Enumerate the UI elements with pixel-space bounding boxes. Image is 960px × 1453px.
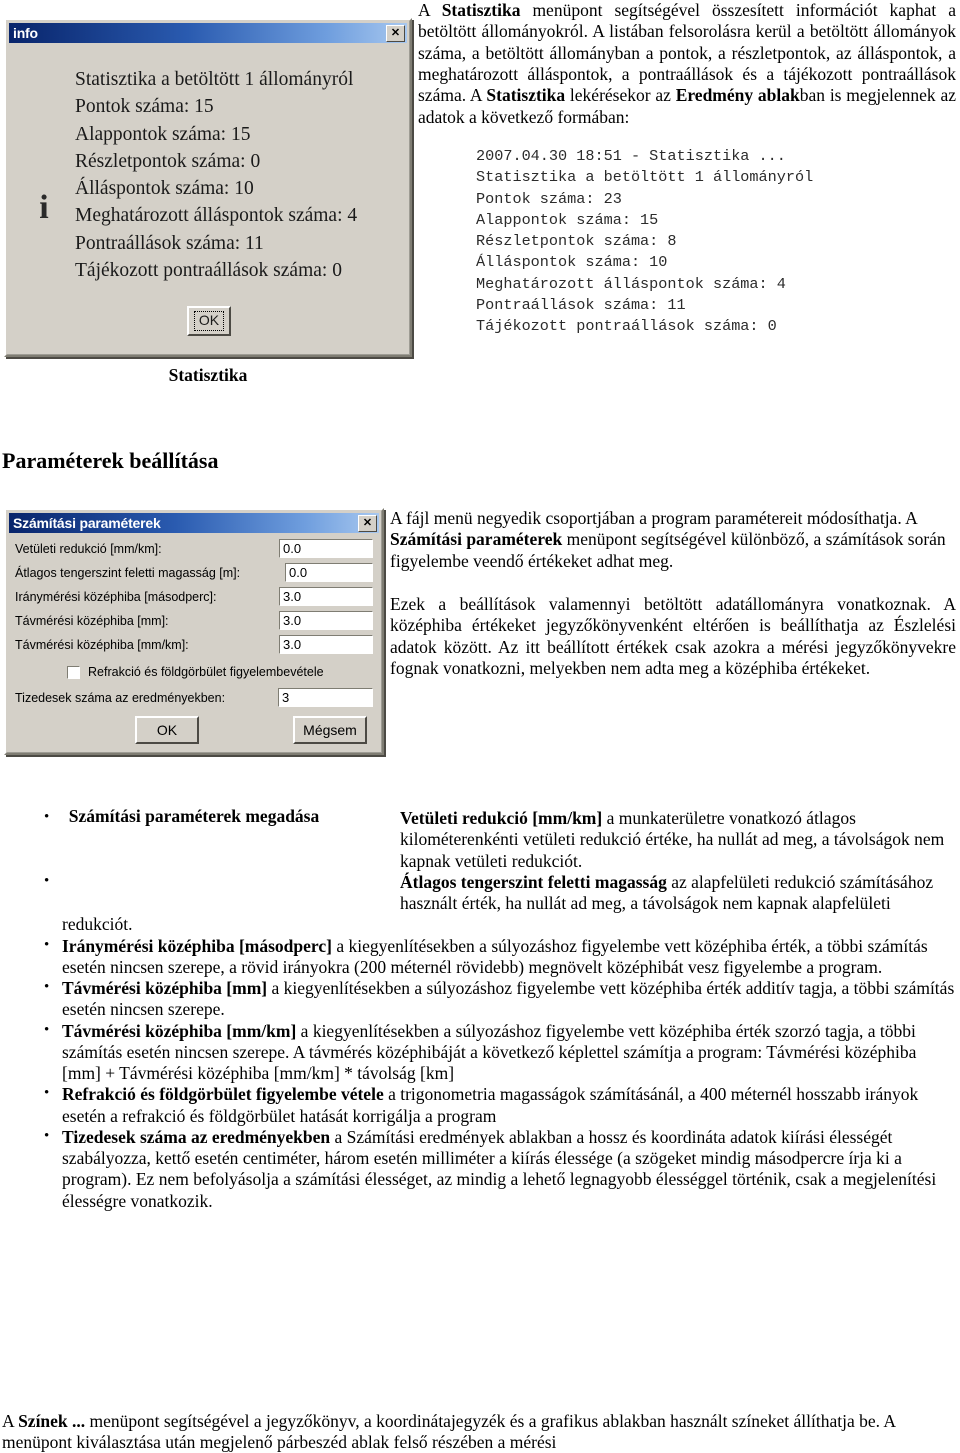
figure-params-dialog: Számítási paraméterek ✕ Vetületi redukci… bbox=[4, 508, 384, 755]
field-label: Vetületi redukció [mm/km]: bbox=[15, 541, 162, 556]
info-statistics-line: Meghatározott álláspontok száma: 4 bbox=[75, 205, 358, 227]
heading-parameterek-beallitasa: Paraméterek beállítása bbox=[2, 448, 219, 473]
bullet-item: • Átlagos tengerszint feletti magasság az… bbox=[0, 872, 956, 936]
parameter-description-list: • Vetületi redukció [mm/km] a munkaterüle… bbox=[0, 808, 956, 1212]
bullet-item: • Távmérési középhiba [mm] a kiegyenlítés… bbox=[0, 978, 956, 1021]
p1-b1: Statisztika bbox=[441, 0, 521, 20]
bullet-item: • Refrakció és földgörbület figyelembe vé… bbox=[0, 1084, 956, 1127]
tail-t1: A bbox=[2, 1410, 19, 1431]
bullet-marker: • bbox=[44, 979, 50, 995]
field-row-tizedesek: Tizedesek száma az eredményekben: 3 bbox=[15, 686, 373, 709]
info-statistics-list: Statisztika a betöltött 1 állományról Pon… bbox=[75, 66, 357, 284]
checkbox-icon[interactable] bbox=[67, 665, 80, 679]
figure-caption-statisztika: Statisztika bbox=[168, 365, 248, 385]
bullet-term: Vetületi redukció [mm/km] bbox=[400, 808, 603, 828]
bullet-list: • Vetületi redukció [mm/km] a munkaterüle… bbox=[0, 808, 956, 1212]
bullet-term: Átlagos tengerszint feletti magasság bbox=[400, 871, 667, 892]
tavmeresi-kozephiba-mmkm-input[interactable]: 3.0 bbox=[279, 635, 373, 654]
info-statistics-line: Részletpontok száma: 0 bbox=[75, 150, 261, 172]
info-dialog-window: info ✕ i Statisztika a betöltött 1 állom… bbox=[4, 18, 412, 357]
ok-button[interactable]: OK bbox=[135, 716, 199, 744]
params-dialog-buttons: OK Mégsem bbox=[15, 716, 373, 744]
info-dialog-inner: info ✕ i Statisztika a betöltött 1 állom… bbox=[6, 20, 410, 355]
info-statistics-line: Tájékozott pontraállások száma: 0 bbox=[75, 260, 342, 282]
cancel-button[interactable]: Mégsem bbox=[293, 716, 367, 744]
vetuleti-redukcio-input[interactable]: 0.0 bbox=[279, 539, 373, 558]
field-label: Átlagos tengerszint feletti magasság [m]… bbox=[15, 565, 241, 580]
refrakcio-checkbox-row[interactable]: Refrakció és földgörbület figyelembevéte… bbox=[15, 665, 373, 679]
field-label: Távmérési középhiba [mm]: bbox=[15, 613, 169, 628]
info-statistics-line: Statisztika a betöltött 1 állományról bbox=[75, 69, 354, 90]
bullet-item: • Iránymérési középhiba [másodperc] a kie… bbox=[0, 936, 956, 979]
bullet-term: Tizedesek száma az eredményekben bbox=[62, 1126, 331, 1147]
info-dialog-title: info bbox=[13, 25, 38, 41]
iranymeresi-kozephiba-input[interactable]: 3.0 bbox=[279, 587, 373, 606]
field-label: Iránymérési középhiba [másodperc]: bbox=[15, 589, 217, 604]
p1-b3: Eredmény ablak bbox=[675, 85, 800, 106]
ok-button[interactable]: OK bbox=[187, 306, 231, 336]
bullet-marker: • bbox=[44, 809, 50, 825]
document-page: info ✕ i Statisztika a betöltött 1 állom… bbox=[0, 0, 960, 1453]
result-window-output: 2007.04.30 18:51 - Statisztika ... Stati… bbox=[476, 147, 814, 336]
field-row-tavmeresi-kozephiba-mm: Távmérési középhiba [mm]: 3.0 bbox=[15, 609, 373, 632]
params-dialog-title: Számítási paraméterek bbox=[13, 515, 161, 531]
tail-b1: Színek ... bbox=[18, 1410, 86, 1431]
bullet-term: Refrakció és földgörbület figyelembe vét… bbox=[62, 1084, 384, 1105]
bullet-marker: • bbox=[44, 1021, 50, 1038]
p1-t3: lekérésekor az bbox=[565, 85, 676, 106]
bullet-term: Távmérési középhiba [mm] bbox=[62, 978, 268, 998]
field-row-tavmeresi-kozephiba-mmkm: Távmérési középhiba [mm/km]: 3.0 bbox=[15, 633, 373, 656]
bullet-item: • Távmérési középhiba [mm/km] a kiegyenlí… bbox=[0, 1021, 956, 1085]
params-dialog-inner: Számítási paraméterek ✕ Vetületi redukci… bbox=[6, 510, 382, 753]
field-label: Tizedesek száma az eredményekben: bbox=[15, 690, 226, 705]
figure-info-dialog: info ✕ i Statisztika a betöltött 1 állom… bbox=[4, 18, 412, 386]
bullet-marker: • bbox=[44, 936, 50, 953]
bullet-marker: • bbox=[44, 872, 50, 889]
info-statistics-line: Pontraállások száma: 11 bbox=[75, 232, 264, 254]
tavmeresi-kozephiba-mm-input[interactable]: 3.0 bbox=[279, 611, 373, 630]
p2-b1: Számítási paraméterek bbox=[390, 529, 563, 550]
bullet-marker: • bbox=[44, 1127, 50, 1144]
field-row-tengerszint-magassag: Átlagos tengerszint feletti magasság [m]… bbox=[15, 561, 373, 584]
p2-t1: A fájl menü negyedik csoportjában a prog… bbox=[390, 508, 917, 528]
tizedesek-input[interactable]: 3 bbox=[278, 688, 373, 707]
info-statistics-line: Pontok száma: 15 bbox=[75, 96, 214, 118]
tengerszint-magassag-input[interactable]: 0.0 bbox=[285, 563, 373, 582]
section1-text-column: A Statisztika menüpont segítségével össz… bbox=[418, 0, 956, 338]
info-icon: i bbox=[39, 189, 49, 226]
paragraph-szinek: A Színek ... menüpont segítségével a jeg… bbox=[2, 1411, 956, 1453]
bullet-item: • Tizedesek száma az eredményekben a Szám… bbox=[0, 1127, 956, 1212]
bullet-marker: • bbox=[44, 1085, 50, 1102]
bullet-term: Iránymérési középhiba [másodperc] bbox=[62, 935, 332, 956]
close-icon[interactable]: ✕ bbox=[358, 514, 377, 532]
info-dialog-titlebar[interactable]: info ✕ bbox=[9, 23, 407, 43]
field-label: Távmérési középhiba [mm/km]: bbox=[15, 637, 189, 652]
refrakcio-checkbox-label: Refrakció és földgörbület figyelembevéte… bbox=[88, 665, 324, 679]
tail-t2: menüpont segítségével a jegyzőkönyv, a k… bbox=[2, 1410, 896, 1452]
info-statistics-line: Álláspontok száma: 10 bbox=[75, 178, 254, 200]
section-statisztika: info ✕ i Statisztika a betöltött 1 állom… bbox=[0, 0, 960, 440]
p1-t1: A bbox=[418, 0, 442, 20]
p1-b2: Statisztika bbox=[486, 85, 566, 106]
close-icon[interactable]: ✕ bbox=[386, 24, 405, 42]
field-row-vetuleti-redukcio: Vetületi redukció [mm/km]: 0.0 bbox=[15, 537, 373, 560]
bullet-term: Távmérési középhiba [mm/km] bbox=[62, 1020, 297, 1041]
info-dialog-body: i Statisztika a betöltött 1 állományról P… bbox=[9, 44, 407, 352]
params-dialog-window: Számítási paraméterek ✕ Vetületi redukci… bbox=[4, 508, 384, 755]
ok-button-label: OK bbox=[193, 311, 225, 331]
params-dialog-titlebar[interactable]: Számítási paraméterek ✕ bbox=[9, 513, 379, 533]
info-statistics-line: Alappontok száma: 15 bbox=[75, 123, 251, 145]
params-dialog-body: Vetületi redukció [mm/km]: 0.0 Átlagos t… bbox=[9, 534, 379, 750]
paragraph-szamitasi-parameterek: A fájl menü negyedik csoportjában a prog… bbox=[390, 508, 956, 572]
section2-text-column: A fájl menü negyedik csoportjában a prog… bbox=[390, 508, 956, 679]
bullet-item: • Vetületi redukció [mm/km] a munkaterüle… bbox=[0, 808, 956, 872]
paragraph-statisztika: A Statisztika menüpont segítségével össz… bbox=[418, 0, 956, 128]
field-row-iranymeresi-kozephiba: Iránymérési középhiba [másodperc]: 3.0 bbox=[15, 585, 373, 608]
paragraph-beallitasok: Ezek a beállítások valamennyi betöltött … bbox=[390, 594, 956, 679]
